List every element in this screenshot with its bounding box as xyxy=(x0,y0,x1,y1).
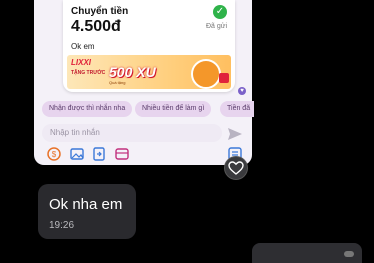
reaction-heart-icon: ♥ xyxy=(238,87,246,95)
promo-banner[interactable]: LIXXI TẶNG TRƯỚC 500 XU Quà tặng xyxy=(67,55,231,89)
transfer-status: Đã gửi xyxy=(205,23,227,30)
money-icon[interactable]: $ xyxy=(47,147,61,161)
message-input[interactable]: Nhập tin nhắn xyxy=(42,124,222,142)
message-time: 19:26 xyxy=(49,220,75,231)
promo-tagline: TẶNG TRƯỚC xyxy=(71,70,106,76)
transfer-icon[interactable] xyxy=(92,147,106,161)
svg-text:$: $ xyxy=(52,150,57,159)
gift-icon[interactable] xyxy=(115,147,129,161)
money-transfer-card[interactable]: Chuyển tiền ✓ 4.500đ Đã gửi Ok em LIXXI … xyxy=(63,0,235,92)
message-input-placeholder: Nhập tin nhắn xyxy=(50,128,100,137)
suggestion-chip[interactable]: Nhận được thì nhắn nha xyxy=(42,101,133,117)
suggestion-chip[interactable]: Nhiều tiền để làm gì xyxy=(135,101,212,117)
transfer-note: Ok em xyxy=(71,42,95,51)
send-icon[interactable] xyxy=(227,127,243,141)
promo-amount: 500 XU xyxy=(109,64,156,80)
more-icon xyxy=(344,251,354,257)
transfer-title: Chuyển tiền xyxy=(71,6,129,17)
message-text: Ok nha em xyxy=(49,196,123,213)
partial-message-bubble[interactable] xyxy=(252,243,362,263)
gift-box-icon xyxy=(219,73,229,83)
suggestion-chip[interactable]: Tiền đã xyxy=(220,101,254,117)
message-bubble[interactable]: Ok nha em 19:26 xyxy=(38,184,136,239)
promo-small-text: Quà tặng xyxy=(109,80,126,85)
transfer-amount: 4.500đ xyxy=(71,18,121,35)
check-icon: ✓ xyxy=(213,5,227,19)
mascot-image xyxy=(191,59,221,89)
heart-outline-icon xyxy=(228,161,244,175)
image-icon[interactable] xyxy=(70,147,84,161)
promo-brand: LIXXI xyxy=(71,58,92,67)
react-button[interactable] xyxy=(224,156,248,180)
